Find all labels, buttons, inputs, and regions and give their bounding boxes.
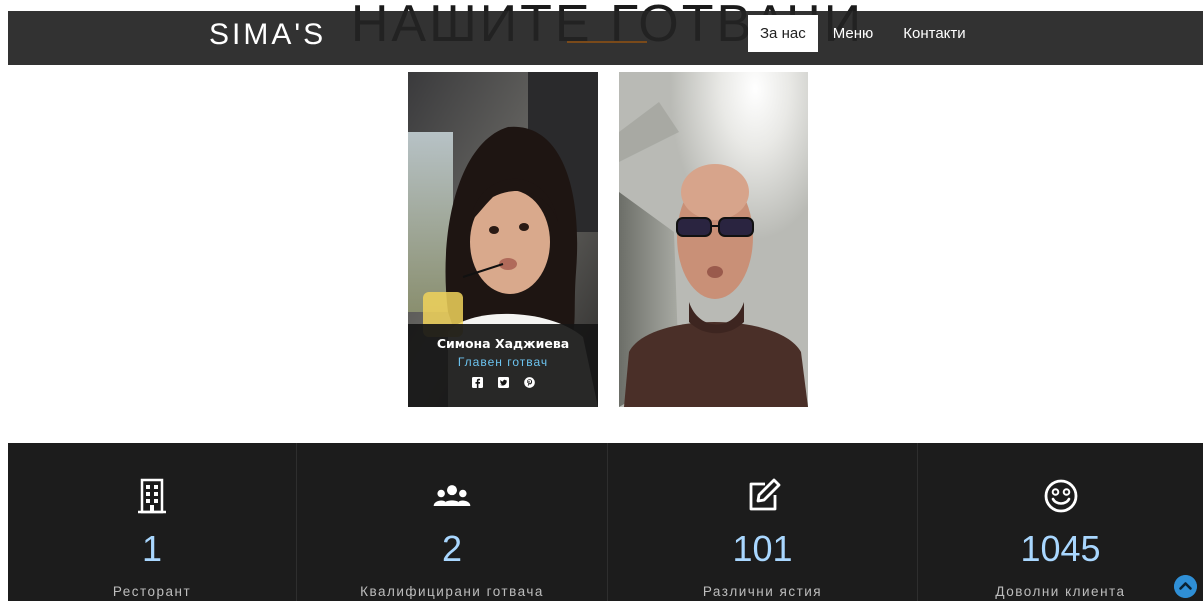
nav-link-menu[interactable]: Меню [818, 15, 889, 52]
stat-label: Различни ястия [702, 584, 823, 599]
brand-logo[interactable]: SIMA'S [209, 15, 326, 55]
stat-restaurants: 1 Ресторант [8, 443, 297, 601]
pinterest-icon[interactable] [523, 377, 535, 388]
stat-number: 101 [732, 528, 793, 569]
title-underline [567, 41, 647, 43]
building-icon [138, 478, 166, 514]
stat-label: Ресторант [112, 584, 192, 599]
edit-icon [749, 478, 780, 511]
stat-number: 1 [141, 528, 163, 569]
stat-dishes: 101 Различни ястия [608, 443, 918, 601]
smiley-icon [1044, 479, 1077, 513]
back-to-top-button[interactable] [1174, 575, 1197, 598]
nav-link-about[interactable]: За нас [748, 15, 818, 52]
stat-label: Квалифицирани готвача [360, 584, 544, 599]
facebook-icon[interactable] [471, 377, 483, 388]
team-card[interactable] [619, 72, 808, 407]
users-icon [433, 485, 471, 506]
team-card[interactable]: Симона Хаджиева Главен готвач [408, 72, 598, 407]
stat-number: 2 [441, 528, 463, 569]
nav-link-contacts[interactable]: Контакти [888, 15, 980, 52]
navbar: SIMA'S За нас Меню Контакти [8, 11, 1203, 65]
stat-number: 1045 [1020, 528, 1101, 569]
social-links [408, 377, 598, 388]
page: НАШИТЕ ГОТВАЧИ SIMA'S За нас Меню Контак… [0, 0, 1203, 601]
stats-section: 1 Ресторант 2 Квалифицирани готвача 101 … [8, 443, 1203, 601]
stat-chefs: 2 Квалифицирани готвача [297, 443, 608, 601]
nav-links: За нас Меню Контакти [748, 15, 981, 52]
member-role: Главен готвач [457, 355, 549, 369]
chef-photo [619, 72, 808, 407]
member-name: Симона Хаджиева [436, 336, 570, 351]
member-info: Симона Хаджиева Главен готвач [408, 324, 598, 407]
twitter-icon[interactable] [497, 377, 509, 388]
stat-label: Доволни клиента [995, 584, 1126, 599]
stat-clients: 1045 Доволни клиента [918, 443, 1203, 601]
